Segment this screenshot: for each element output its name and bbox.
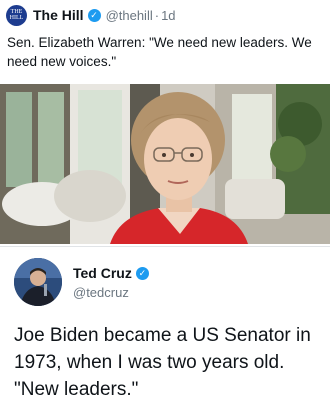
tweet-tedcruz-header: Ted Cruz ✓ (73, 265, 149, 281)
author-handle[interactable]: @tedcruz (73, 285, 129, 300)
tedcruz-avatar[interactable] (14, 258, 62, 306)
tweet-video-frame[interactable] (0, 84, 330, 244)
avatar-photo (14, 258, 62, 306)
video-still-image (0, 84, 330, 244)
tweet-timestamp[interactable]: 1d (161, 8, 175, 23)
author-handle[interactable]: @thehill (106, 8, 153, 23)
verified-badge-icon: ✓ (135, 266, 149, 280)
tweet-divider (0, 246, 330, 247)
author-name[interactable]: The Hill (33, 7, 84, 23)
avatar-logo-text: THE HILL (9, 9, 24, 21)
tweet-header: THE HILL The Hill ✓ @thehill · 1d (6, 4, 176, 26)
tweet-text: Joe Biden became a US Senator in 1973, w… (14, 325, 311, 400)
tweet-text: Sen. Elizabeth Warren: "We need new lead… (7, 35, 312, 69)
author-name[interactable]: Ted Cruz (73, 265, 132, 281)
tweet-thehill: THE HILL The Hill ✓ @thehill · 1d Sen. E… (0, 0, 330, 247)
header-separator: · (154, 7, 160, 23)
thehill-avatar[interactable]: THE HILL (6, 4, 27, 26)
verified-badge-icon: ✓ (87, 8, 101, 22)
